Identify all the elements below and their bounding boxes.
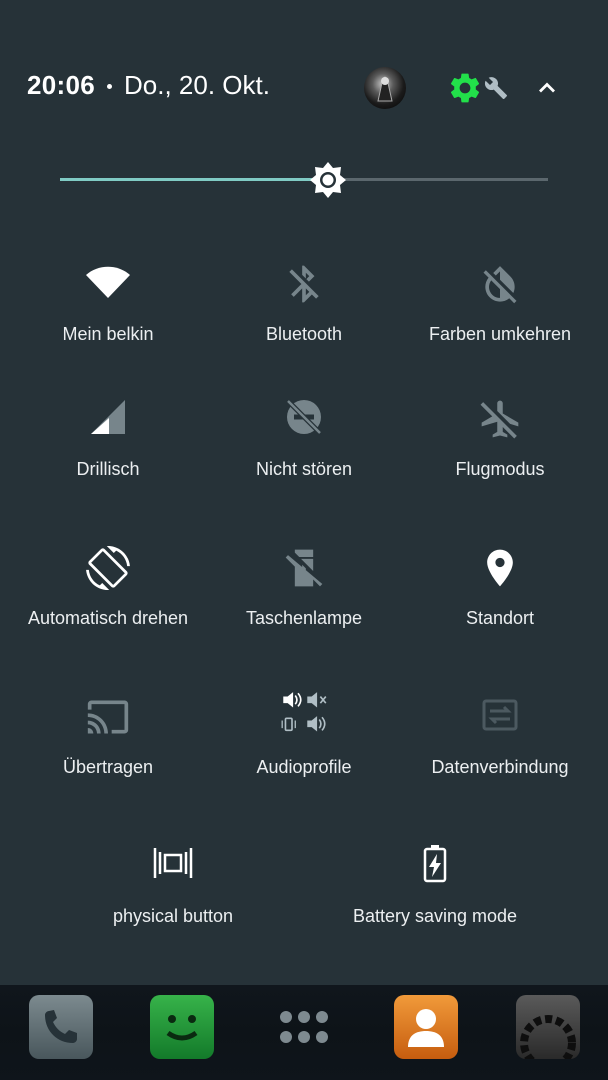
- tile-data-connection[interactable]: Datenverbindung: [400, 695, 600, 805]
- airplane-off-icon: [480, 400, 519, 439]
- bluetooth-off-icon: [289, 265, 319, 303]
- tile-wifi[interactable]: Mein belkin: [8, 262, 208, 372]
- settings-gear-icon[interactable]: [447, 70, 483, 106]
- settings-app-icon[interactable]: [516, 995, 580, 1071]
- quick-settings-header: 20:06 Do., 20. Okt.: [0, 0, 608, 140]
- tile-cell-signal[interactable]: Drillisch: [8, 397, 208, 507]
- tile-location[interactable]: Standort: [400, 546, 600, 656]
- tile-flashlight[interactable]: Taschenlampe: [204, 546, 404, 656]
- tile-label: Farben umkehren: [428, 324, 572, 344]
- data-connection-icon: [482, 699, 518, 731]
- cast-icon: [87, 700, 129, 734]
- invert-colors-icon: [483, 266, 517, 304]
- tile-do-not-disturb[interactable]: Nicht stören: [204, 397, 404, 507]
- battery-saver-icon: [423, 845, 447, 883]
- tile-label: Flugmodus: [455, 459, 545, 479]
- brightness-slider[interactable]: [60, 160, 548, 200]
- tile-cast[interactable]: Übertragen: [8, 695, 208, 805]
- home-dock: [0, 985, 608, 1080]
- contacts-app-icon[interactable]: [394, 995, 458, 1059]
- location-icon: [487, 549, 513, 587]
- tile-label: physical button: [112, 906, 234, 926]
- app-drawer-icon[interactable]: [272, 995, 336, 1059]
- messaging-app-icon[interactable]: [150, 995, 214, 1059]
- brightness-fill: [60, 178, 329, 181]
- tile-physical-button[interactable]: physical button: [73, 844, 273, 954]
- tile-bluetooth[interactable]: Bluetooth: [204, 262, 404, 372]
- cell-signal-icon: [91, 400, 125, 434]
- brightness-thumb-icon[interactable]: [308, 160, 348, 200]
- collapse-chevron-icon[interactable]: [533, 74, 561, 102]
- user-avatar[interactable]: [364, 67, 406, 109]
- date[interactable]: Do., 20. Okt.: [124, 70, 270, 101]
- tile-label: Datenverbindung: [431, 757, 569, 777]
- tile-audio-profiles[interactable]: Audioprofile: [204, 690, 404, 800]
- tile-label: Standort: [465, 608, 535, 628]
- wifi-icon: [86, 266, 130, 298]
- audio-profiles-icon: [281, 692, 327, 732]
- tile-battery-saver[interactable]: Battery saving mode: [335, 844, 535, 954]
- tile-auto-rotate[interactable]: Automatisch drehen: [8, 546, 208, 656]
- flashlight-off-icon: [285, 549, 323, 587]
- tile-airplane-mode[interactable]: Flugmodus: [400, 397, 600, 507]
- wrench-icon: [484, 77, 507, 99]
- do-not-disturb-icon: [286, 399, 322, 435]
- clock: 20:06: [27, 70, 95, 100]
- physical-button-icon: [153, 848, 193, 878]
- auto-rotate-icon: [86, 546, 130, 590]
- tile-label: Battery saving mode: [352, 906, 518, 926]
- separator-dot: [107, 84, 112, 89]
- phone-app-icon[interactable]: [29, 995, 93, 1059]
- tile-invert-colors[interactable]: Farben umkehren: [400, 262, 600, 372]
